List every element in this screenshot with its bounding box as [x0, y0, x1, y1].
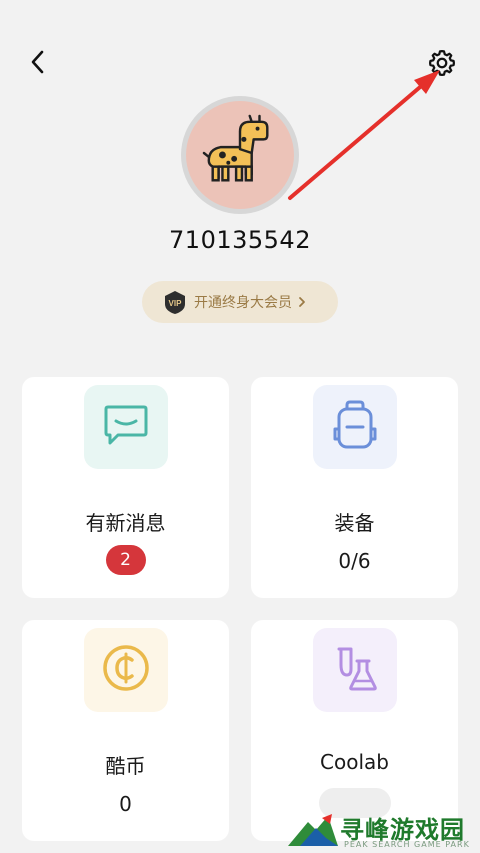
watermark-subtitle: PEAK SEARCH GAME PARK	[344, 840, 470, 849]
settings-button[interactable]	[423, 46, 461, 84]
card-title: 酷币	[105, 754, 146, 778]
card-icon-box	[83, 385, 168, 469]
backpack-icon	[331, 399, 379, 455]
chat-bubble-icon	[102, 403, 150, 451]
coolab-status-pill	[318, 788, 391, 818]
avatar-background	[186, 101, 294, 209]
coin-icon	[101, 643, 151, 697]
vip-shield-icon: VIP	[162, 289, 188, 315]
vip-upgrade-button[interactable]: VIP 开通终身大会员	[142, 281, 338, 323]
coin-balance: 0	[119, 792, 132, 816]
gear-icon	[427, 48, 457, 82]
card-icon-box	[83, 628, 168, 712]
flask-icon	[329, 643, 381, 697]
card-icon-box	[312, 385, 397, 469]
chevron-left-icon	[28, 49, 48, 79]
card-messages[interactable]: 有新消息 2	[22, 377, 229, 598]
card-title: Coolab	[320, 750, 389, 774]
unread-count-badge: 2	[105, 545, 146, 575]
card-coins[interactable]: 酷币 0	[22, 620, 229, 841]
card-icon-box	[312, 628, 397, 712]
avatar[interactable]	[181, 96, 299, 214]
vip-label: 开通终身大会员	[194, 295, 292, 311]
chevron-right-icon	[298, 296, 306, 308]
card-title: 装备	[334, 511, 375, 535]
vip-badge-text: VIP	[169, 299, 183, 308]
card-coolab[interactable]: Coolab	[251, 620, 458, 841]
equipment-count: 0/6	[338, 549, 371, 573]
username: 710135542	[169, 226, 311, 254]
giraffe-avatar-icon	[201, 114, 279, 196]
card-equipment[interactable]: 装备 0/6	[251, 377, 458, 598]
back-button[interactable]	[22, 46, 54, 82]
card-title: 有新消息	[85, 511, 166, 535]
